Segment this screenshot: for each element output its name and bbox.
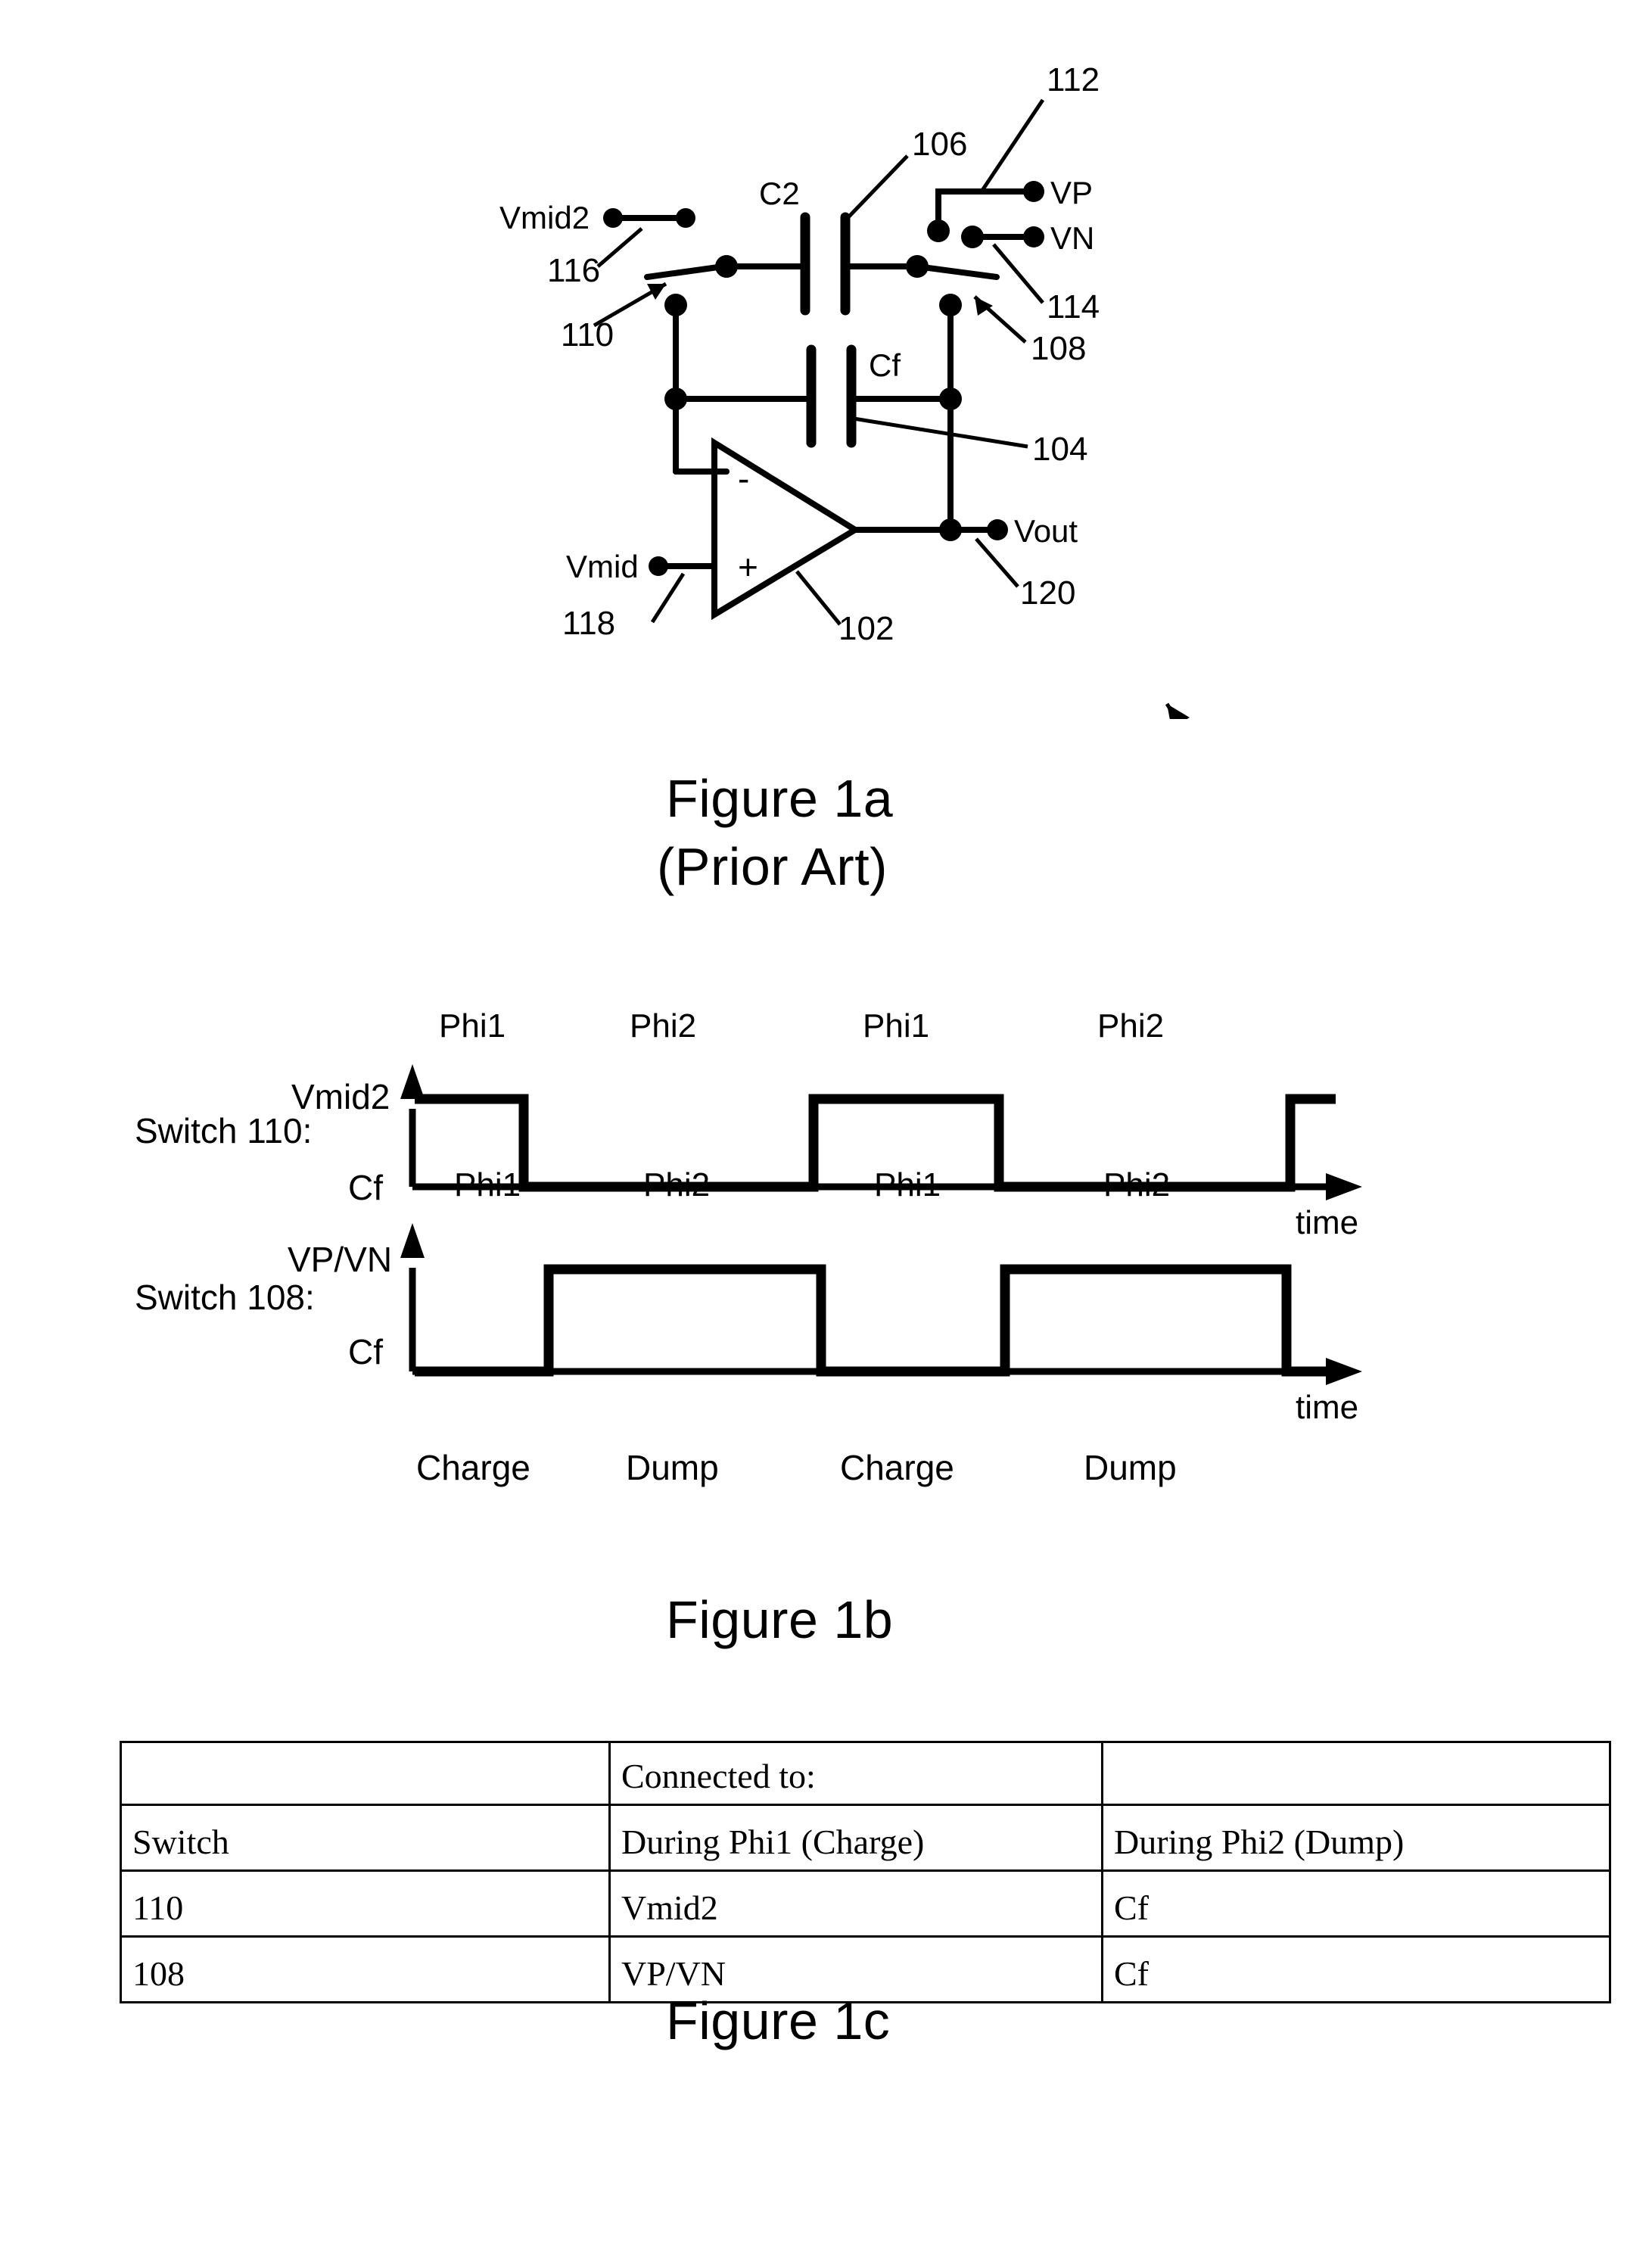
table-cell-switch-110: 110	[120, 1869, 611, 1938]
leader-104	[853, 416, 1028, 449]
vout-label: Vout	[1014, 513, 1078, 549]
figure-1c-table: Connected to: Switch During Phi1 (Charge…	[120, 1741, 1611, 2003]
vmid-terminal-dot	[649, 556, 668, 576]
switch-108-phase-0: Phi1	[454, 1166, 521, 1203]
table-row: Connected to:	[120, 1741, 1611, 1806]
operation-label-1: Dump	[626, 1448, 719, 1487]
leader-112	[979, 98, 1045, 193]
vmid2-label: Vmid2	[499, 200, 590, 235]
switch-108-y-axis-arrow	[400, 1223, 425, 1258]
table-row: 110 Vmid2 Cf	[120, 1869, 1611, 1938]
operation-label-2: Charge	[840, 1448, 954, 1487]
switch-110-x-axis-arrow	[1326, 1173, 1362, 1200]
c2-label: C2	[759, 176, 800, 211]
ref-112: 112	[1047, 61, 1100, 98]
switch-110-phase-2: Phi1	[863, 1007, 929, 1044]
leader-120	[975, 537, 1019, 588]
switch-110-phase-1: Phi2	[630, 1007, 696, 1044]
vout-terminal-dot	[987, 519, 1008, 540]
table-cell-connected-to: Connected to:	[608, 1741, 1103, 1806]
table-cell-switch-108: 108	[120, 1935, 611, 2003]
opamp-triangle	[711, 437, 861, 621]
patent-drawing-page: C2 106 VP 112 VN 114 108 110 116 Vmid2 C…	[0, 0, 1652, 2257]
table-cell-header-blank	[120, 1741, 611, 1806]
table-cell-110-phi1: Vmid2	[608, 1869, 1103, 1938]
figure-1c-caption: Figure 1c	[666, 1991, 891, 2050]
ref-102: 102	[838, 610, 894, 647]
vp-label: VP	[1050, 175, 1093, 210]
leader-116	[596, 227, 643, 268]
table-cell-108-phi2: Cf	[1101, 1935, 1611, 2003]
switch-110-phase-3: Phi2	[1097, 1007, 1164, 1044]
ref-106: 106	[912, 126, 967, 163]
leader-106	[846, 154, 909, 219]
switch-110-time-label: time	[1296, 1204, 1358, 1241]
switch-110-blade	[644, 263, 726, 280]
switch-108-waveform	[415, 1264, 1338, 1377]
vmid-label: Vmid	[566, 549, 639, 584]
opamp-noninverting-sign: +	[738, 547, 758, 587]
switch-110-high-label: Vmid2	[291, 1077, 390, 1116]
opamp-inverting-sign: -	[738, 459, 749, 498]
table-cell-header-blank-2	[1101, 1741, 1611, 1806]
table-cell-phi2-header: During Phi2 (Dump)	[1101, 1804, 1611, 1872]
switch-108-blade	[914, 263, 1000, 280]
switch-108-phase-1: Phi2	[643, 1166, 710, 1203]
ref-108: 108	[1031, 330, 1086, 367]
table-row: Switch During Phi1 (Charge) During Phi2 …	[120, 1804, 1611, 1872]
operation-label-0: Charge	[416, 1448, 530, 1487]
table-cell-phi1-header: During Phi1 (Charge)	[608, 1804, 1103, 1872]
switch-108-phase-3: Phi2	[1103, 1166, 1170, 1203]
leader-102	[795, 570, 842, 626]
ref-116: 116	[547, 252, 600, 289]
figure-1a-caption: Figure 1a	[666, 769, 894, 828]
table-cell-110-phi2: Cf	[1101, 1869, 1611, 1938]
vn-label: VN	[1050, 220, 1094, 256]
table-cell-switch-header: Switch	[120, 1804, 611, 1872]
switch-108-row-label: Switch 108:	[135, 1278, 315, 1317]
ref-110: 110	[561, 316, 614, 353]
switch-110-y-axis-arrow	[400, 1064, 425, 1099]
switch-108-phase-2: Phi1	[874, 1166, 941, 1203]
cf-label: Cf	[869, 347, 901, 383]
leader-100-arrowhead	[1167, 704, 1190, 719]
switch-108-high-label: VP/VN	[288, 1240, 392, 1279]
switch-110-row-label: Switch 110:	[135, 1111, 312, 1150]
vn-terminal-dot	[1023, 226, 1044, 247]
switch-110-low-label: Cf	[348, 1168, 383, 1207]
leader-118	[650, 572, 686, 624]
ref-120: 120	[1020, 574, 1075, 612]
ref-118: 118	[562, 605, 615, 642]
figure-1b-caption: Figure 1b	[666, 1590, 894, 1649]
vp-terminal-dot	[1023, 181, 1044, 202]
figure-1a-circuit: C2 106 VP 112 VN 114 108 110 116 Vmid2 C…	[499, 61, 1190, 719]
switch-108-time-label: time	[1296, 1389, 1358, 1426]
switch-110-phase-0: Phi1	[439, 1007, 506, 1044]
figure-1a-caption-subtitle: (Prior Art)	[657, 837, 888, 896]
operation-label-3: Dump	[1084, 1448, 1177, 1487]
leader-114	[992, 243, 1044, 304]
ref-104: 104	[1032, 431, 1087, 468]
figure-1b-timing: Switch 110: Vmid2 Cf time Phi1 Phi2 Phi1…	[135, 1007, 1362, 1487]
vmid2-terminal-dot	[603, 208, 623, 228]
ref-114: 114	[1047, 288, 1100, 325]
vmid2-switch-contact-dot	[676, 208, 695, 228]
vp-wire	[935, 188, 1034, 234]
switch-108-low-label: Cf	[348, 1332, 383, 1371]
